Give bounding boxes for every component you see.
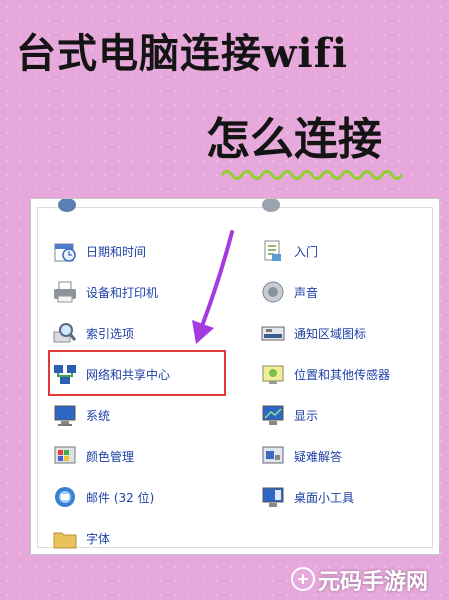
item-label: 显示	[294, 408, 319, 423]
troubleshoot-icon	[262, 446, 284, 464]
gadget-icon	[262, 487, 284, 507]
item-color-management[interactable]: 颜色管理	[52, 441, 134, 471]
watermark-logo-icon	[291, 567, 315, 591]
item-label: 颜色管理	[86, 449, 135, 464]
sensor-icon	[262, 365, 284, 384]
item-label: 位置和其他传感器	[294, 367, 391, 382]
cut-off-icon-right	[262, 199, 280, 212]
item-label: 日期和时间	[86, 244, 147, 259]
item-label: 设备和打印机	[86, 285, 159, 300]
printer-icon	[54, 281, 76, 303]
item-label: 通知区域图标	[294, 326, 367, 341]
item-troubleshooting[interactable]: 疑难解答	[260, 441, 342, 471]
color-palette-icon	[54, 446, 76, 464]
item-date-time[interactable]: 日期和时间	[52, 236, 146, 266]
item-devices-printers[interactable]: 设备和打印机	[52, 277, 158, 307]
item-location-sensors[interactable]: 位置和其他传感器	[260, 359, 390, 389]
item-indexing-options[interactable]: 索引选项	[52, 318, 134, 348]
clock-calendar-icon	[54, 243, 76, 262]
item-display[interactable]: 显示	[260, 400, 318, 430]
taskbar-icon	[261, 326, 285, 341]
folder-font-icon	[53, 532, 77, 549]
document-icon	[264, 240, 281, 261]
item-desktop-gadgets[interactable]: 桌面小工具	[260, 482, 354, 512]
highlight-box	[48, 350, 226, 396]
item-mail[interactable]: 邮件 (32 位)	[52, 482, 154, 512]
arrow-icon	[192, 230, 234, 344]
item-label: 入门	[294, 244, 319, 259]
monitor-icon	[262, 405, 284, 425]
item-getting-started[interactable]: 入门	[260, 236, 318, 266]
mail-icon	[55, 487, 75, 507]
item-label: 系统	[86, 408, 111, 423]
item-label: 字体	[86, 531, 111, 546]
item-label: 疑难解答	[294, 449, 343, 464]
computer-icon	[54, 405, 76, 426]
item-sound[interactable]: 声音	[260, 277, 318, 307]
item-notification-area-icons[interactable]: 通知区域图标	[260, 318, 366, 348]
title-line-2: 怎么连接	[206, 114, 382, 165]
title-line-1: 台式电脑连接wifi	[16, 30, 349, 77]
item-fonts[interactable]: 字体	[52, 523, 110, 553]
item-label: 声音	[294, 285, 319, 300]
watermark-text: 元码手游网	[318, 570, 429, 595]
item-system[interactable]: 系统	[52, 400, 110, 430]
magnifier-icon	[53, 323, 77, 343]
speaker-icon	[262, 281, 284, 303]
item-label: 桌面小工具	[294, 490, 355, 505]
item-label: 索引选项	[86, 326, 135, 341]
cut-off-icon-left	[58, 199, 76, 212]
item-label: 邮件 (32 位)	[86, 490, 155, 505]
squiggle-underline-icon	[222, 170, 402, 180]
